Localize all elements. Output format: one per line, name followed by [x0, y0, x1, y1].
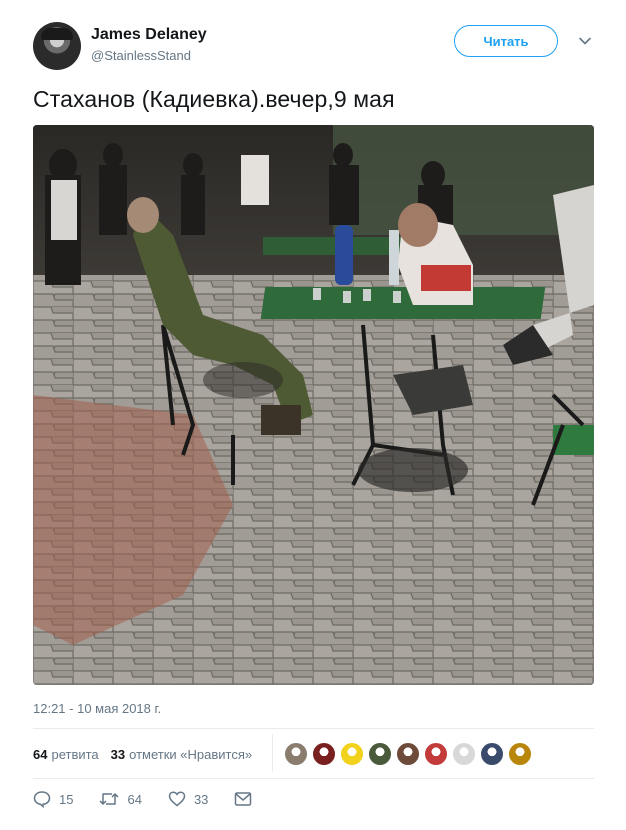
divider-top: [33, 728, 594, 729]
likes-label: отметки «Нравится»: [129, 746, 253, 762]
liker-avatar-7[interactable]: [452, 742, 476, 766]
retweet-icon: [99, 793, 119, 805]
retweets-count: 64: [33, 746, 48, 762]
stats-separator: [272, 734, 273, 772]
reply-icon: [33, 791, 51, 808]
photo-content: [33, 125, 594, 685]
reply-count: 15: [59, 791, 74, 807]
tweet-stats: 64 ретвита 33 отметки «Нравится»: [33, 744, 264, 764]
liker-avatar-1[interactable]: [284, 742, 308, 766]
liker-avatar-2[interactable]: [312, 742, 336, 766]
tweet-header: James Delaney @StainlessStand Читать: [33, 22, 593, 70]
heart-icon: [168, 791, 186, 807]
likes-stat[interactable]: 33 отметки «Нравится»: [111, 747, 252, 762]
tweet-actions: 15 64 33: [33, 790, 286, 808]
envelope-icon: [235, 792, 252, 806]
retweets-stat[interactable]: 64 ретвита: [33, 747, 99, 762]
user-name[interactable]: James Delaney: [91, 26, 207, 44]
liker-avatar-ukraine-flag[interactable]: [340, 742, 364, 766]
liker-avatar-5[interactable]: [396, 742, 420, 766]
like-button[interactable]: 33: [168, 790, 208, 808]
retweet-button[interactable]: 64: [99, 790, 142, 808]
liker-avatar-8[interactable]: [480, 742, 504, 766]
user-handle[interactable]: @StainlessStand: [91, 48, 191, 63]
liker-avatar-4[interactable]: [368, 742, 392, 766]
divider-bottom: [33, 778, 594, 779]
retweets-label: ретвита: [51, 746, 99, 762]
liker-avatar-9[interactable]: [508, 742, 532, 766]
tweet-text: Стаханов (Кадиевка).вечер,9 мая: [33, 86, 395, 112]
likers-avatars: [284, 742, 536, 766]
tweet-timestamp[interactable]: 12:21 - 10 мая 2018 г.: [33, 701, 161, 716]
message-button[interactable]: [234, 791, 260, 807]
follow-button[interactable]: Читать: [454, 25, 558, 57]
user-avatar[interactable]: [33, 22, 81, 70]
retweet-count: 64: [127, 791, 142, 807]
reply-button[interactable]: 15: [33, 790, 73, 808]
tweet-photo[interactable]: [33, 125, 594, 685]
like-count: 33: [193, 791, 209, 807]
chevron-down-icon[interactable]: [578, 34, 592, 48]
likes-count: 33: [110, 746, 126, 762]
liker-avatar-6[interactable]: [424, 742, 448, 766]
